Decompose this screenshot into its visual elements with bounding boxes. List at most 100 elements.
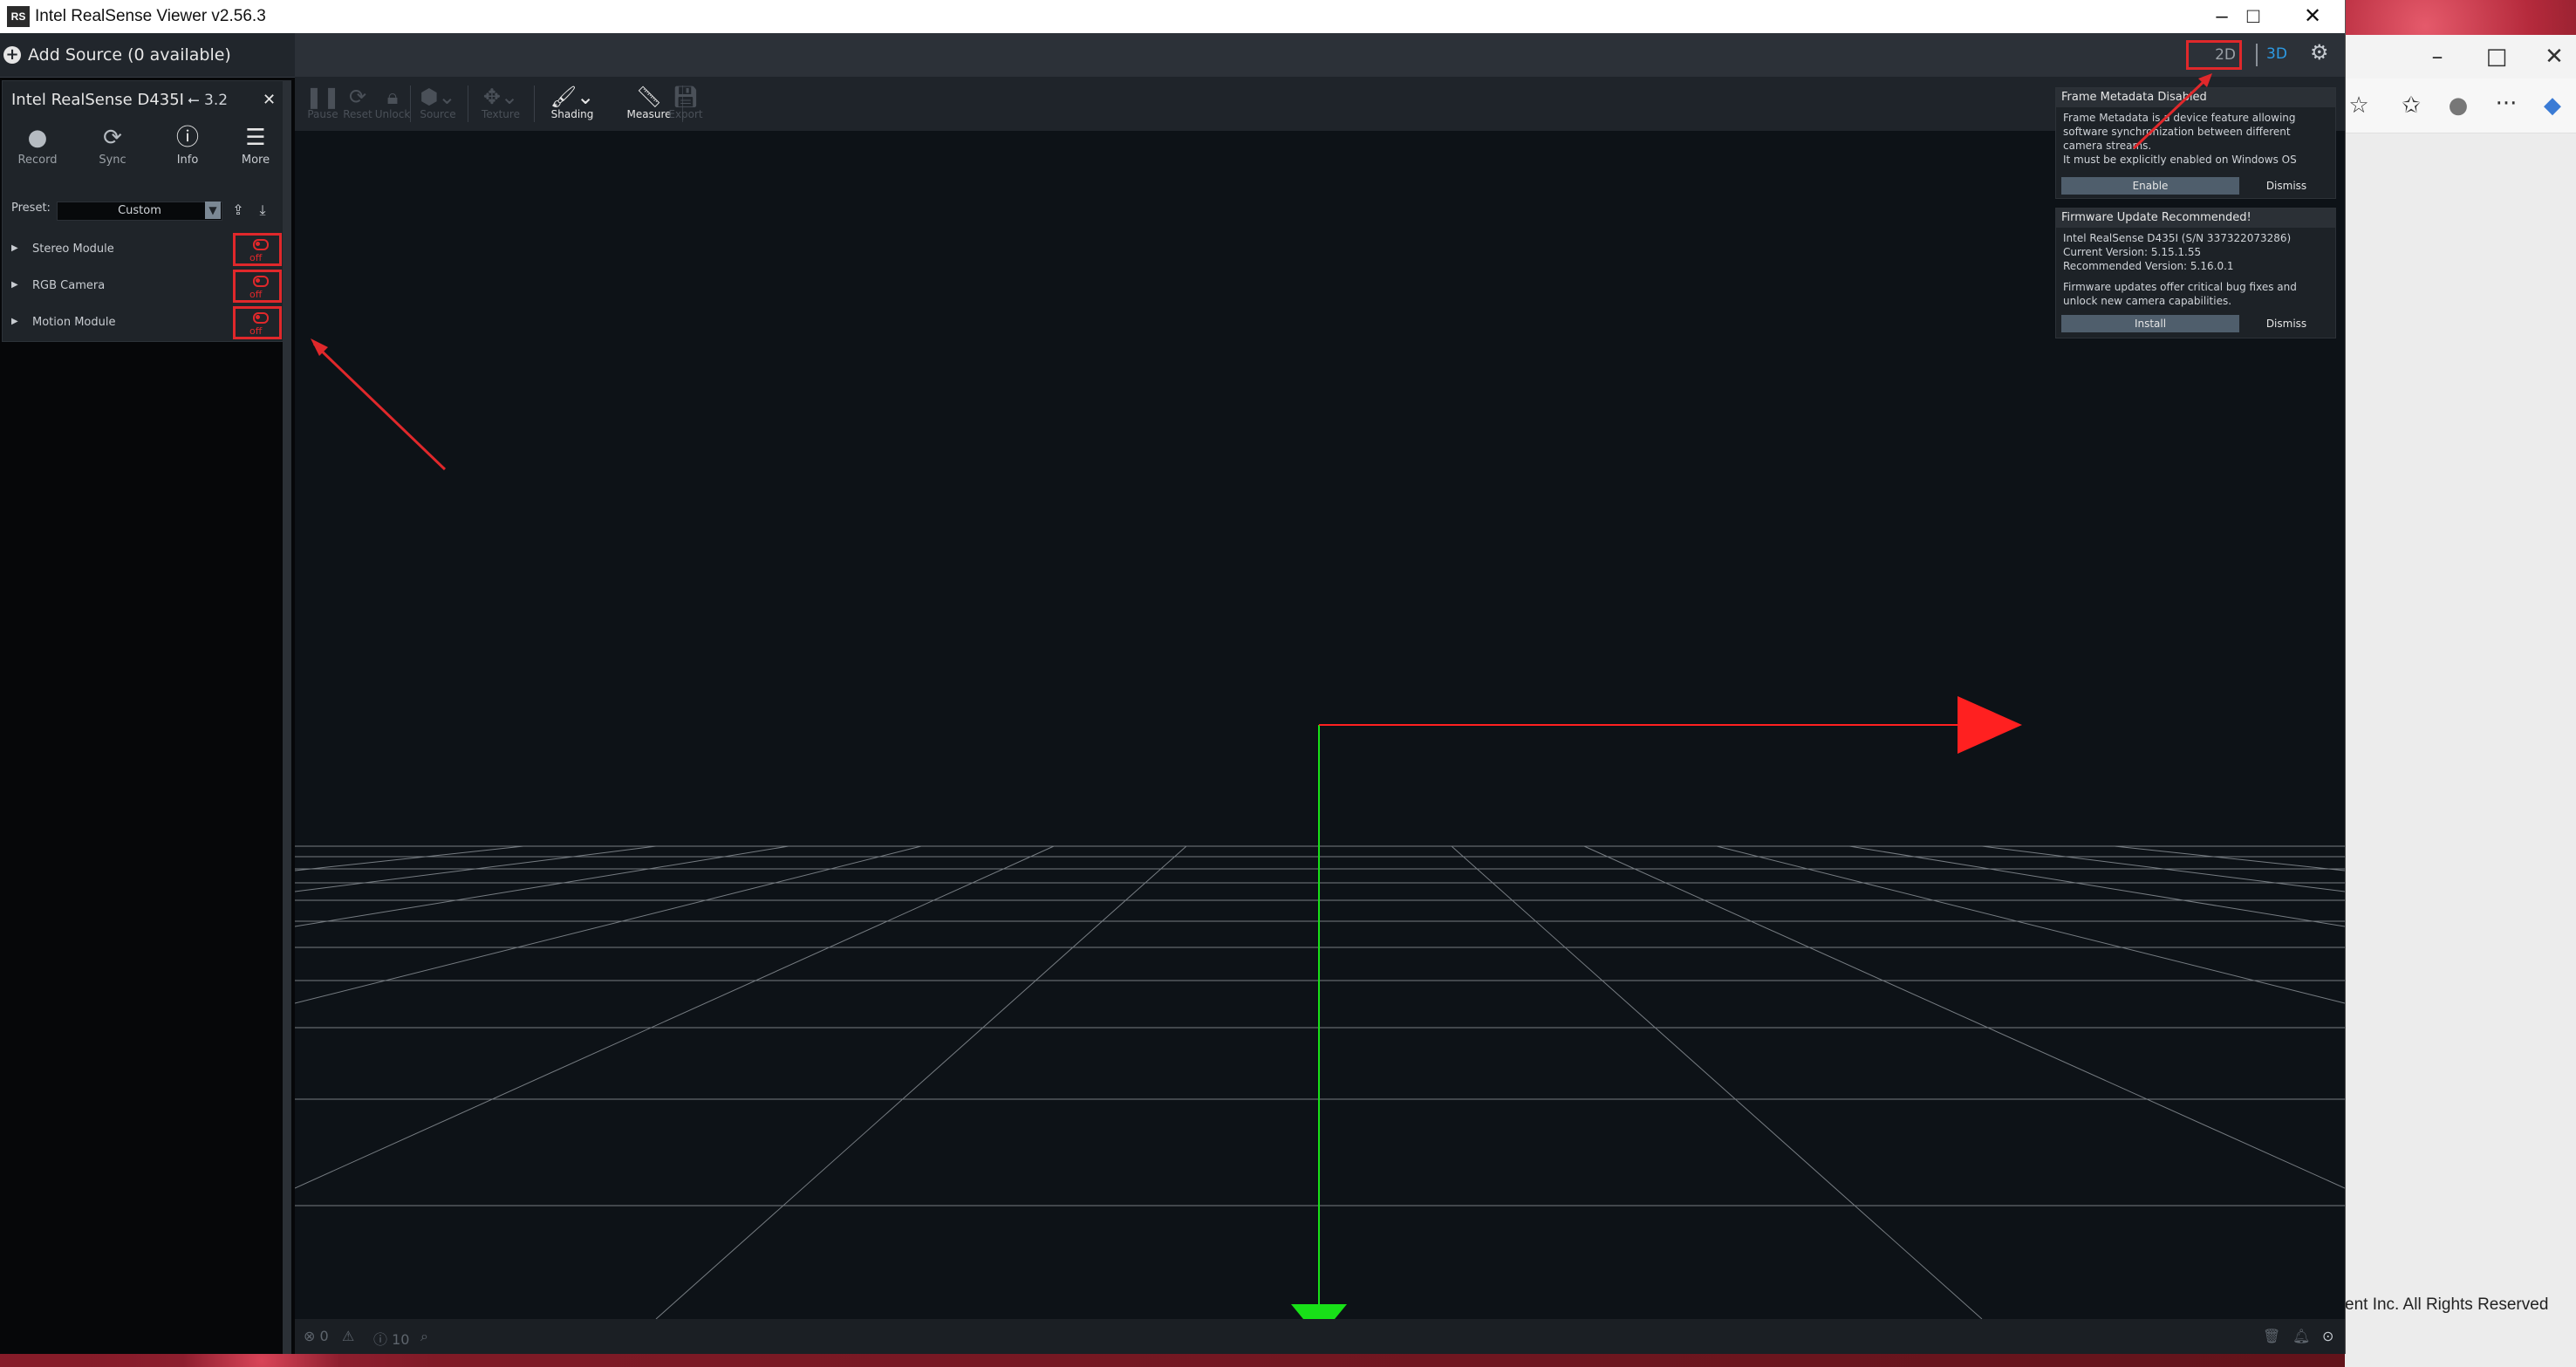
sync-button[interactable]: ⟳ Sync (78, 125, 147, 174)
notification-line: Recommended Version: 5.16.0.1 (2063, 260, 2234, 272)
close-icon[interactable]: ✕ (2538, 44, 2570, 70)
copilot-icon[interactable]: ◆ (2537, 92, 2568, 119)
profile-icon[interactable]: ● (2443, 92, 2474, 119)
rgb-camera-toggle[interactable]: off (233, 270, 282, 303)
source-button[interactable]: ⬢⌄ Source (412, 85, 464, 120)
notification-bell-icon[interactable]: 🔔︎ (2292, 1328, 2310, 1344)
info-icon: ⓘ (175, 125, 199, 151)
chevron-down-icon[interactable]: ▼ (205, 202, 221, 219)
maximize-icon[interactable]: □ (2481, 44, 2512, 70)
error-count-text: 0 (319, 1328, 329, 1344)
lock-icon: 🔒︎ (386, 85, 399, 109)
export-label: Export (668, 108, 703, 120)
gear-icon[interactable]: ⚙ (2310, 40, 2329, 65)
search-icon[interactable]: ⌕ (420, 1328, 428, 1345)
browser-footer-text: ent Inc. All Rights Reserved (2345, 1295, 2549, 1314)
notification-line: software synchronization between differe… (2063, 126, 2291, 138)
dismiss-button[interactable]: Dismiss (2243, 315, 2330, 332)
save-icon: 💾︎ (672, 85, 700, 109)
texture-button[interactable]: ✥⌄ Texture (475, 85, 527, 120)
warning-icon: ⚠ (342, 1328, 355, 1344)
favorite-star-icon[interactable]: ☆ (2343, 92, 2374, 119)
expand-triangle-icon[interactable]: ▶ (11, 317, 18, 326)
browser-titlebar: – □ ✕ (2345, 35, 2576, 79)
app-icon: RS (7, 6, 30, 27)
more-options-icon[interactable]: ··· (2491, 91, 2522, 117)
enable-button[interactable]: Enable (2061, 177, 2239, 195)
module-row-motion[interactable]: ▶ Motion Module off (3, 306, 284, 341)
unlock-button[interactable]: 🔒︎ Unlock (366, 85, 419, 120)
notification-line: unlock new camera capabilities. (2063, 295, 2232, 307)
module-name: RGB Camera (32, 279, 106, 292)
shading-button[interactable]: 🖌︎⌄ Shading (546, 85, 598, 120)
collapse-icon[interactable]: ⊙ (2322, 1328, 2333, 1344)
module-row-rgb[interactable]: ▶ RGB Camera off (3, 270, 284, 304)
toggle-state: off (249, 289, 263, 300)
window-title: Intel RealSense Viewer v2.56.3 (35, 7, 266, 25)
info-button[interactable]: ⓘ Info (153, 125, 222, 174)
sync-label: Sync (99, 154, 126, 167)
device-panel: Intel RealSense D435I ⭠ 3.2 ✕ ● Record ⟳… (2, 80, 284, 342)
toggle-icon (253, 276, 269, 287)
notification-frame-metadata: Frame Metadata Disabled Frame Metadata i… (2055, 87, 2336, 199)
module-row-stereo[interactable]: ▶ Stereo Module off (3, 233, 284, 268)
toolbar-separator (534, 85, 535, 122)
toggle-icon (253, 312, 269, 324)
upload-icon[interactable]: ⇪ (229, 202, 247, 219)
export-button[interactable]: 💾︎ Export (659, 85, 712, 120)
preset-row: Preset: Custom ▼ ⇪ ⤓ (3, 196, 284, 222)
favorites-list-icon[interactable]: ✩ (2395, 92, 2427, 119)
dismiss-button[interactable]: Dismiss (2243, 177, 2330, 195)
notification-title: Firmware Update Recommended! (2056, 208, 2335, 228)
3d-viewport[interactable] (295, 131, 2345, 1319)
notification-body: Intel RealSense D435I (S/N 337322073286)… (2056, 228, 2335, 311)
minimize-icon[interactable]: – (2422, 44, 2453, 70)
mode-3d-button[interactable]: 3D (2266, 45, 2287, 63)
realsense-viewer-window: RS Intel RealSense Viewer v2.56.3 – □ ✕ … (0, 0, 2346, 1354)
info-count[interactable]: ⓘ 10 (373, 1328, 409, 1349)
info-icon: ⓘ (373, 1331, 388, 1348)
install-button[interactable]: Install (2061, 315, 2239, 332)
texture-icon: ✥⌄ (482, 85, 519, 109)
preset-dropdown[interactable]: Custom (57, 202, 222, 221)
sidebar-scrollbar[interactable] (283, 80, 291, 1354)
texture-label: Texture (482, 108, 520, 120)
browser-toolbar: ☆ ✩ ● ··· ◆ (2345, 79, 2576, 133)
add-source-label: Add Source (0 available) (28, 45, 231, 65)
warning-count[interactable]: ⚠ (342, 1328, 354, 1344)
record-label: Record (17, 154, 58, 167)
usb-version-label: 3.2 (204, 92, 229, 109)
status-bar: ⊗ 0 ⚠ ⓘ 10 ⌕ 🗑︎ 🔔︎ ⊙ (295, 1319, 2345, 1354)
add-source-button[interactable]: + Add Source (0 available) (0, 33, 295, 78)
paint-roller-icon: 🖌︎⌄ (550, 85, 595, 109)
device-sidebar: + Add Source (0 available) Intel RealSen… (0, 33, 296, 1354)
notification-title: Frame Metadata Disabled (2056, 88, 2335, 107)
y-axis-arrowhead (1291, 1304, 1347, 1319)
maximize-icon[interactable]: □ (2223, 0, 2284, 33)
close-icon[interactable]: ✕ (2282, 0, 2343, 33)
notification-line: camera streams. (2063, 140, 2152, 152)
sync-icon: ⟳ (103, 125, 122, 151)
notification-line: Current Version: 5.15.1.55 (2063, 246, 2202, 258)
error-count[interactable]: ⊗ 0 (304, 1328, 329, 1344)
viewer-toolbar: ❚❚ Pause ⟳ Reset 🔒︎ Unlock ⬢⌄ Source ✥⌄ … (295, 77, 2345, 131)
notification-line: It must be explicitly enabled on Windows… (2063, 154, 2297, 166)
cube-icon: ⬢⌄ (420, 85, 456, 109)
trash-icon[interactable]: 🗑︎ (2263, 1328, 2280, 1344)
expand-triangle-icon[interactable]: ▶ (11, 243, 18, 253)
toggle-state: off (249, 252, 263, 263)
module-name: Stereo Module (32, 243, 114, 256)
record-button[interactable]: ● Record (3, 125, 72, 174)
x-axis-arrowhead (1958, 696, 2022, 754)
expand-triangle-icon[interactable]: ▶ (11, 280, 18, 290)
stereo-module-toggle[interactable]: off (233, 233, 282, 266)
device-name: Intel RealSense D435I (11, 91, 184, 109)
remove-device-icon[interactable]: ✕ (263, 83, 276, 118)
download-icon[interactable]: ⤓ (254, 202, 271, 219)
mode-2d-button[interactable]: 2D (2186, 40, 2242, 70)
mode-separator (2256, 44, 2258, 66)
notification-firmware-update: Firmware Update Recommended! Intel RealS… (2055, 208, 2336, 338)
motion-module-toggle[interactable]: off (233, 306, 282, 339)
module-name: Motion Module (32, 316, 116, 329)
more-button[interactable]: ☰ More (228, 125, 284, 174)
